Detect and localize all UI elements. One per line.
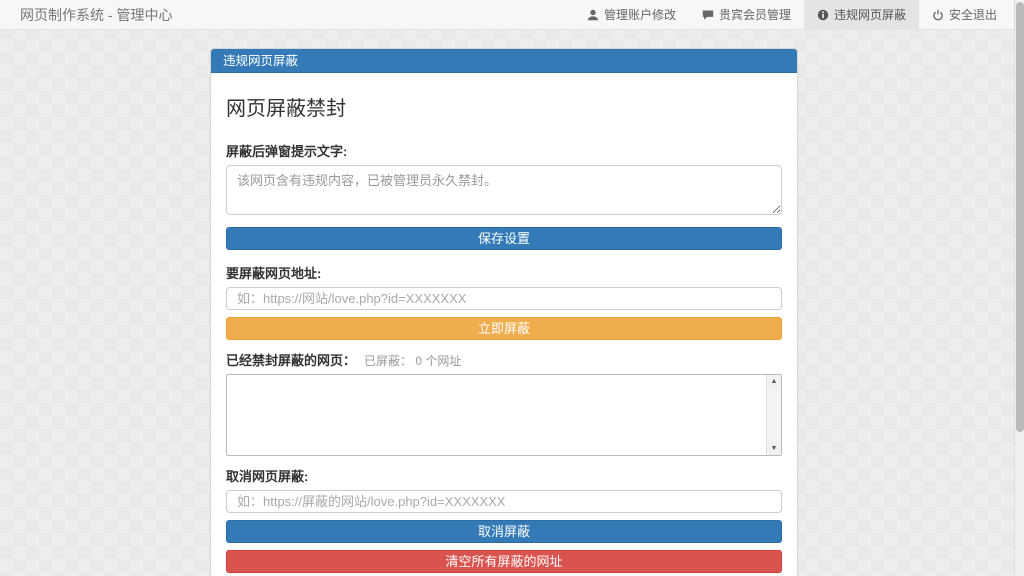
panel-header: 违规网页屏蔽 <box>211 49 797 73</box>
navbar-menu: 管理账户修改 贵宾会员管理 违规网页屏蔽 安全退出 <box>574 0 1010 30</box>
popup-text-label: 屏蔽后弹窗提示文字: <box>226 141 782 160</box>
scroll-down-icon[interactable]: ▼ <box>767 442 781 455</box>
panel-body: 网页屏蔽禁封 屏蔽后弹窗提示文字: 该网页含有违规内容，已被管理员永久禁封。 保… <box>211 73 797 576</box>
blocked-list-content <box>229 377 764 453</box>
page-title: 网页屏蔽禁封 <box>226 92 782 121</box>
power-icon <box>932 9 944 21</box>
nav-item-label: 违规网页屏蔽 <box>834 6 906 23</box>
block-now-button[interactable]: 立即屏蔽 <box>226 317 782 340</box>
nav-item-block-pages[interactable]: 违规网页屏蔽 <box>804 0 919 30</box>
blocked-count: 0 <box>415 354 422 368</box>
popup-text-textarea[interactable]: 该网页含有违规内容，已被管理员永久禁封。 <box>226 165 782 215</box>
blocked-list-textarea[interactable]: ▲ ▼ <box>226 374 782 456</box>
blocked-list-label-row: 已经禁封屏蔽的网页： 已屏蔽： 0 个网址 <box>226 350 782 369</box>
nav-item-account[interactable]: 管理账户修改 <box>574 0 689 30</box>
content-column: 违规网页屏蔽 网页屏蔽禁封 屏蔽后弹窗提示文字: 该网页含有违规内容，已被管理员… <box>210 48 798 576</box>
unblock-url-input[interactable] <box>226 490 782 513</box>
nav-item-label: 安全退出 <box>949 6 997 23</box>
app-title: 网页制作系统 - 管理中心 <box>0 5 172 25</box>
nav-item-label: 管理账户修改 <box>604 6 676 23</box>
page-scrollbar[interactable] <box>1014 0 1024 576</box>
save-settings-button[interactable]: 保存设置 <box>226 227 782 250</box>
blocked-list-label: 已经禁封屏蔽的网页： <box>226 350 356 369</box>
scrollbar-thumb[interactable] <box>1016 2 1024 432</box>
comment-icon <box>702 9 714 21</box>
block-url-input[interactable] <box>226 287 782 310</box>
info-icon <box>817 9 829 21</box>
nav-item-logout[interactable]: 安全退出 <box>919 0 1010 30</box>
block-panel: 违规网页屏蔽 网页屏蔽禁封 屏蔽后弹窗提示文字: 该网页含有违规内容，已被管理员… <box>210 48 798 576</box>
unblock-url-label: 取消网页屏蔽: <box>226 466 782 485</box>
user-icon <box>587 9 599 21</box>
scroll-up-icon[interactable]: ▲ <box>767 375 781 388</box>
block-url-label: 要屏蔽网页地址: <box>226 263 782 282</box>
blocked-list-scrollbar[interactable]: ▲ ▼ <box>766 375 781 455</box>
clear-all-button[interactable]: 清空所有屏蔽的网址 <box>226 550 782 573</box>
nav-item-vip-members[interactable]: 贵宾会员管理 <box>689 0 804 30</box>
nav-item-label: 贵宾会员管理 <box>719 6 791 23</box>
blocked-count-note: 已屏蔽： 0 个网址 <box>364 352 461 369</box>
top-navbar: 网页制作系统 - 管理中心 管理账户修改 贵宾会员管理 违规网页屏蔽 安全退出 <box>0 0 1014 30</box>
unblock-button[interactable]: 取消屏蔽 <box>226 520 782 543</box>
